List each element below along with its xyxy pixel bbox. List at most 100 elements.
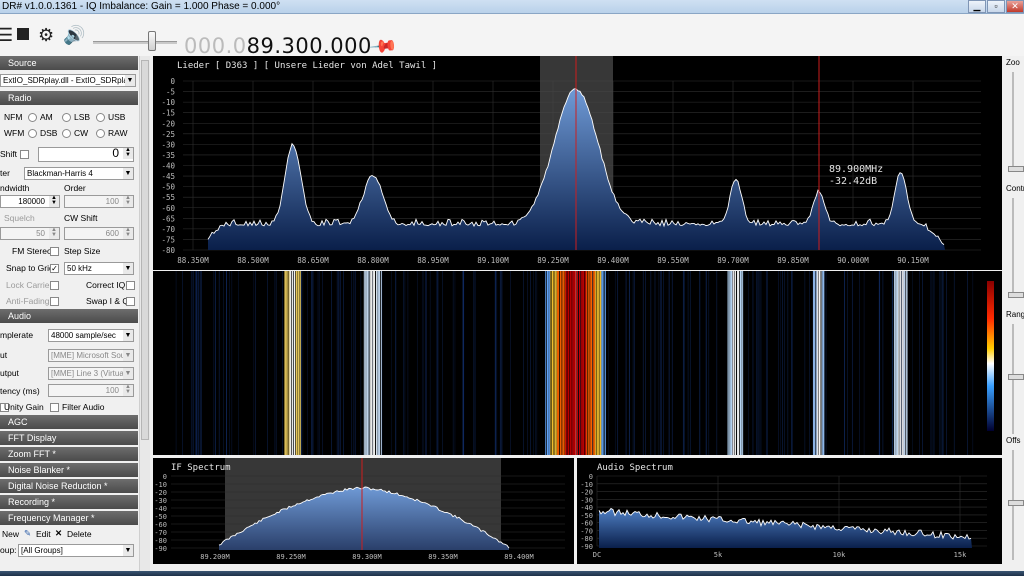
samplerate-combo[interactable]: 48000 sample/sec ▼	[48, 329, 134, 342]
x-tick-label: 89.350M	[428, 553, 458, 561]
y-tick-label: -45	[161, 172, 175, 181]
x-tick-label: 89.400M	[597, 256, 629, 265]
group-label: oup:	[0, 545, 17, 555]
step-size-combo[interactable]: 50 kHz ▼	[64, 262, 134, 275]
y-tick-label: -70	[161, 225, 175, 234]
spinner-icon[interactable]: ▲ ▼	[49, 227, 59, 239]
zoom-slider-thumb[interactable]	[1008, 166, 1024, 172]
new-button[interactable]: New	[2, 529, 19, 540]
mode-nfm-label: NFM	[4, 112, 23, 122]
bandwidth-input[interactable]: 180000 ▲ ▼	[0, 195, 60, 208]
delete-button[interactable]: Delete	[67, 529, 92, 540]
x-tick-label: 88.650M	[297, 256, 329, 265]
latency-label: tency (ms)	[0, 386, 40, 396]
minimize-button[interactable]: ▁	[968, 0, 986, 13]
mode-cw-radio[interactable]	[62, 129, 71, 138]
close-button[interactable]: ✕	[1006, 0, 1024, 13]
squelch-input[interactable]: 50 ▲ ▼	[0, 227, 60, 240]
delete-icon[interactable]: ✕	[55, 528, 62, 539]
waterfall-display[interactable]	[153, 271, 1002, 455]
if-spectrum-display[interactable]: IF Spectrum 0 -10 -20 -30 -40 -50 -60 -70 -80 -90…	[153, 458, 574, 564]
agc-header[interactable]: AGC	[0, 415, 138, 429]
spinner-icon[interactable]: ▲ ▼	[49, 195, 59, 207]
frequency-display[interactable]: 000.089.300.000	[184, 34, 372, 58]
radio-header[interactable]: Radio	[0, 91, 138, 105]
gear-icon[interactable]: ⚙	[38, 26, 54, 44]
correct-iq-label: Correct IQ	[86, 280, 126, 290]
latency-input[interactable]: 100 ▲ ▼	[48, 384, 134, 397]
y-tick-label: -40	[154, 505, 167, 513]
order-input[interactable]: 100 ▲ ▼	[64, 195, 134, 208]
mode-dsb-radio[interactable]	[28, 129, 37, 138]
zoom-fft-header[interactable]: Zoom FFT *	[0, 447, 138, 461]
volume-slider-thumb[interactable]	[148, 31, 156, 51]
mode-am-label: AM	[40, 112, 53, 122]
x-tick-label: 89.850M	[777, 256, 809, 265]
volume-slider[interactable]	[93, 41, 177, 44]
speaker-icon[interactable]: 🔊	[63, 26, 85, 44]
left-panel-scrollbar[interactable]	[139, 56, 150, 571]
frequency-digits[interactable]: 89.300.000	[247, 34, 372, 58]
source-header[interactable]: Source	[0, 56, 138, 70]
output-combo[interactable]: [MME] Line 3 (Virtual A ▼	[48, 367, 134, 380]
spectrum-svg[interactable]: Lieder [ D363 ] [ Unsere Lieder von Adel…	[153, 56, 1002, 270]
offset-slider-thumb[interactable]	[1008, 500, 1024, 506]
contrast-slider-thumb[interactable]	[1008, 292, 1024, 298]
spinner-icon[interactable]: ▲ ▼	[123, 147, 133, 159]
group-value: [All Groups]	[21, 546, 63, 555]
mode-raw-radio[interactable]	[96, 129, 105, 138]
shift-checkbox[interactable]	[20, 150, 29, 159]
edit-button[interactable]: Edit	[36, 529, 51, 540]
correct-iq-checkbox[interactable]	[126, 281, 135, 290]
group-combo[interactable]: [All Groups] ▼	[18, 544, 134, 557]
range-slider-thumb[interactable]	[1008, 374, 1024, 380]
mode-lsb-radio[interactable]	[62, 113, 71, 122]
x-tick-label: 89.400M	[504, 553, 534, 561]
spinner-icon[interactable]: ▲ ▼	[123, 195, 133, 207]
cwshift-input[interactable]: 600 ▲ ▼	[64, 227, 134, 240]
noise-reduction-header[interactable]: Digital Noise Reduction *	[0, 479, 138, 493]
lock-carrier-checkbox[interactable]	[50, 281, 59, 290]
zoom-slider-track[interactable]	[1012, 72, 1014, 172]
frequency-manager-header[interactable]: Frequency Manager *	[0, 511, 138, 525]
audio-spectrum-display[interactable]: Audio Spectrum 0 -10 -20 -30 -40 -50 -60 -70 -80…	[577, 458, 1002, 564]
source-combo[interactable]: ExtIO_SDRplay.dll - ExtIO_SDRplay.dll ▼	[0, 74, 136, 87]
filter-combo[interactable]: Blackman-Harris 4 ▼	[24, 167, 134, 180]
spinner-icon[interactable]: ▲ ▼	[123, 227, 133, 239]
spectrum-display[interactable]: Lieder [ D363 ] [ Unsere Lieder von Adel…	[153, 56, 1002, 270]
shift-input[interactable]: 0 ▲ ▼	[38, 147, 134, 162]
recording-header[interactable]: Recording *	[0, 495, 138, 509]
input-combo[interactable]: [MME] Microsoft Soun ▼	[48, 349, 134, 362]
scrollbar-thumb[interactable]	[141, 60, 149, 440]
bandwidth-value: 180000	[18, 197, 45, 206]
snap-to-grid-checkbox[interactable]: ✓	[50, 264, 59, 273]
x-tick-label: 90.150M	[897, 256, 929, 265]
edit-icon[interactable]: ✎	[24, 528, 31, 539]
mode-lsb-label: LSB	[74, 112, 91, 122]
swap-iq-checkbox[interactable]	[126, 297, 135, 306]
spinner-icon[interactable]: ▲ ▼	[123, 384, 133, 396]
cwshift-label: CW Shift	[64, 213, 98, 223]
fm-stereo-checkbox[interactable]	[50, 247, 59, 256]
menu-icon[interactable]: ☰	[0, 26, 13, 44]
range-label: Rang	[1006, 310, 1024, 319]
stop-icon[interactable]	[17, 28, 29, 40]
waterfall-svg[interactable]	[153, 271, 1002, 455]
contrast-slider-track[interactable]	[1012, 198, 1014, 298]
x-tick-label: 89.250M	[537, 256, 569, 265]
y-tick-label: -20	[154, 489, 167, 497]
fft-display-header[interactable]: FFT Display	[0, 431, 138, 445]
audio-header[interactable]: Audio	[0, 309, 138, 323]
filter-audio-checkbox[interactable]	[50, 403, 59, 412]
frequency-dim-digits[interactable]: 000.0	[184, 34, 247, 58]
mode-wfm-label: WFM	[4, 128, 25, 138]
noise-blanker-header[interactable]: Noise Blanker *	[0, 463, 138, 477]
maximize-button[interactable]: ▫	[987, 0, 1005, 13]
audio-spectrum-svg[interactable]: Audio Spectrum 0-10-20-30-40-50-60-70-80…	[577, 458, 1002, 564]
y-tick-label: -70	[154, 529, 167, 537]
filter-label: ter	[0, 168, 10, 178]
anti-fading-checkbox[interactable]	[50, 297, 59, 306]
mode-usb-radio[interactable]	[96, 113, 105, 122]
mode-am-radio[interactable]	[28, 113, 37, 122]
if-spectrum-svg[interactable]: IF Spectrum 0-10-20-30-40-50-60-70-80-90…	[153, 458, 574, 564]
